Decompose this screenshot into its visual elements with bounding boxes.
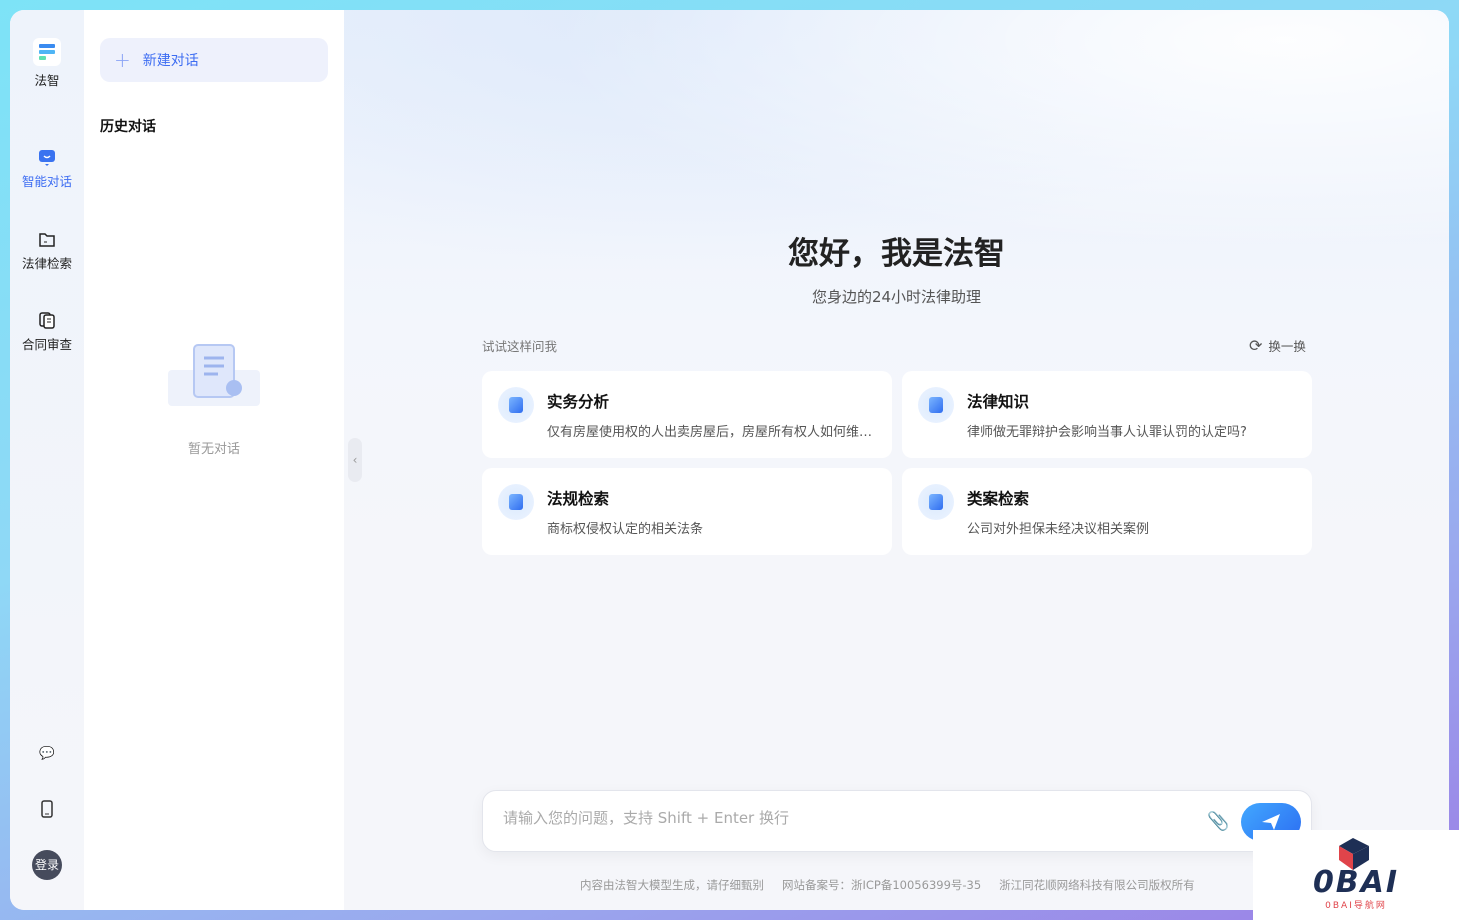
swap-label: 换一换 (1268, 336, 1306, 355)
login-avatar: 登录 (32, 850, 62, 880)
nav-label: 智能对话 (22, 174, 72, 189)
empty-text: 暂无对话 (84, 438, 344, 457)
app-window: 法智 智能对话 法律检索 合同审查 💬 登录 + 新建对话 历史对话 暂无对话 ‹… (10, 10, 1449, 910)
card-title: 类案检索 (967, 487, 1029, 509)
card-title: 法规检索 (547, 487, 609, 509)
case-search-icon (918, 484, 954, 520)
login-button[interactable]: 登录 (10, 850, 84, 880)
folder-icon (37, 229, 57, 249)
footer-copyright: 浙江同花顺网络科技有限公司版权所有 (999, 877, 1195, 893)
watermark-cube-icon (1333, 836, 1375, 872)
legal-knowledge-icon (918, 387, 954, 423)
empty-state: 暂无对话 (84, 340, 344, 457)
suggestions-label: 试试这样问我 (482, 336, 557, 355)
nav-label: 合同审查 (22, 337, 72, 352)
practice-analysis-icon (498, 387, 534, 423)
new-chat-label: 新建对话 (143, 50, 199, 70)
watermark-text: 0BAI (1253, 868, 1459, 898)
suggestion-card[interactable]: 法律知识律师做无罪辩护会影响当事人认罪认罚的认定吗? (902, 371, 1312, 458)
phone-icon (40, 800, 54, 818)
nav-item-chat[interactable]: 智能对话 (10, 147, 84, 190)
attachment-icon[interactable]: 📎 (1207, 811, 1229, 832)
nav-item-contract-review[interactable]: 合同审查 (10, 310, 84, 353)
send-icon (1261, 813, 1281, 831)
history-title: 历史对话 (100, 116, 156, 136)
refresh-icon: ⟳ (1249, 336, 1262, 355)
card-desc: 商标权侵权认定的相关法条 (547, 518, 877, 537)
card-title: 法律知识 (967, 390, 1029, 412)
footer-disclaimer: 内容由法智大模型生成，请仔细甄别 (580, 877, 764, 893)
wechat-button[interactable]: 💬 (10, 745, 84, 761)
regulation-search-icon (498, 484, 534, 520)
collapse-sidebar-button[interactable]: ‹ (348, 438, 362, 482)
nav-rail: 法智 智能对话 法律检索 合同审查 💬 登录 (10, 10, 84, 910)
card-desc: 公司对外担保未经决议相关案例 (967, 518, 1297, 537)
empty-clipboard-icon (168, 340, 260, 410)
footer: 内容由法智大模型生成，请仔细甄别 网站备案号：浙ICP备10056399号-35… (580, 877, 1195, 893)
swap-suggestions-button[interactable]: ⟳ 换一换 (1249, 336, 1306, 355)
suggestion-card[interactable]: 类案检索公司对外担保未经决议相关案例 (902, 468, 1312, 555)
chat-icon (37, 147, 57, 167)
logo-text: 法智 (34, 73, 59, 88)
suggestion-card[interactable]: 实务分析仅有房屋使用权的人出卖房屋后，房屋所有权人如何维护自身权益？ (482, 371, 892, 458)
chat-main: ‹ 您好，我是法智 您身边的24小时法律助理 试试这样问我 ⟳ 换一换 实务分析仅… (344, 10, 1449, 910)
app-logo[interactable]: 法智 (10, 38, 84, 89)
nav-label: 法律检索 (22, 256, 72, 271)
greeting-title: 您好，我是法智 (344, 228, 1449, 273)
card-desc: 律师做无罪辩护会影响当事人认罪认罚的认定吗? (967, 421, 1297, 440)
footer-icp[interactable]: 网站备案号：浙ICP备10056399号-35 (782, 877, 981, 893)
chat-input-box: 📎 (482, 790, 1312, 852)
document-icon (37, 310, 57, 330)
suggestion-cards: 实务分析仅有房屋使用权的人出卖房屋后，房屋所有权人如何维护自身权益？ 法律知识律… (482, 371, 1312, 555)
logo-icon (33, 38, 61, 66)
wechat-icon: 💬 (39, 745, 55, 760)
chevron-left-icon: ‹ (353, 453, 358, 467)
nav-item-law-search[interactable]: 法律检索 (10, 229, 84, 272)
chat-input[interactable] (503, 809, 1183, 827)
greeting-subtitle: 您身边的24小时法律助理 (344, 286, 1449, 307)
history-panel: + 新建对话 历史对话 暂无对话 (84, 10, 344, 910)
card-desc: 仅有房屋使用权的人出卖房屋后，房屋所有权人如何维护自身权益？ (547, 421, 877, 440)
watermark: 0BAI 0BAI导航网 (1253, 830, 1459, 920)
plus-icon: + (114, 48, 131, 72)
card-title: 实务分析 (547, 390, 609, 412)
new-chat-button[interactable]: + 新建对话 (100, 38, 328, 82)
suggestion-card[interactable]: 法规检索商标权侵权认定的相关法条 (482, 468, 892, 555)
watermark-subtext: 0BAI导航网 (1253, 898, 1459, 911)
mobile-button[interactable] (10, 800, 84, 821)
